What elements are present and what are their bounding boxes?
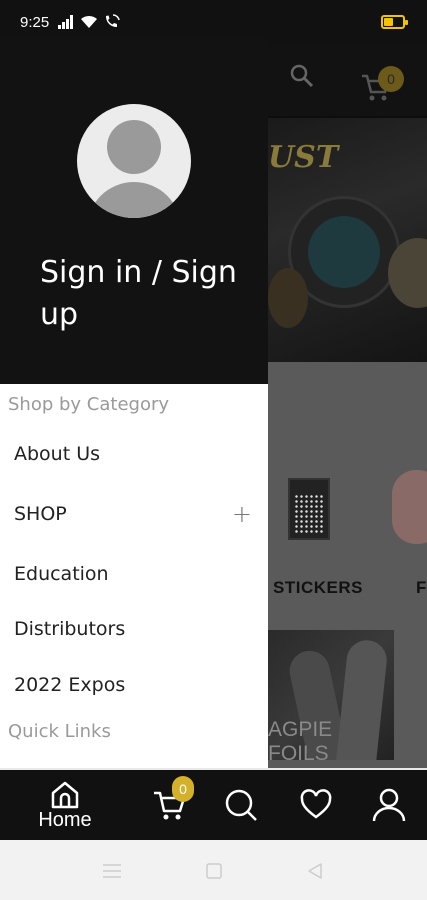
nav-cart-badge: 0 <box>172 776 194 802</box>
wifi-icon <box>81 15 97 28</box>
nav-search[interactable] <box>218 770 264 840</box>
battery-icon <box>381 15 408 29</box>
category-label-stickers[interactable]: STICKERS <box>273 578 363 598</box>
menu-item-education[interactable]: Education <box>0 554 268 594</box>
promo-banner[interactable]: UST <box>268 118 427 362</box>
category-label-partial[interactable]: F <box>416 578 426 598</box>
category-section: STICKERS F AGPIE FOILS <box>268 362 427 768</box>
heart-icon <box>300 789 332 819</box>
foils-label: AGPIE FOILS <box>268 718 333 760</box>
wifi-calling-icon <box>106 14 120 27</box>
drawer-menu: Shop by Category About Us SHOP + Educati… <box>0 384 268 768</box>
signal-icon <box>58 14 73 29</box>
menu-item-label: About Us <box>14 443 101 465</box>
eyeshadow-compact-3 <box>268 268 308 328</box>
nail-thumbnail[interactable] <box>392 470 427 544</box>
nav-home-label: Home <box>38 808 92 831</box>
menu-item-label: SHOP <box>14 503 67 525</box>
menu-icon[interactable] <box>102 862 122 880</box>
home-square-icon[interactable] <box>205 862 223 880</box>
user-icon <box>372 788 406 822</box>
navigation-drawer: Sign in / Sign up Shop by Category About… <box>0 38 268 768</box>
section-shop-by-category: Shop by Category <box>8 394 170 415</box>
eyeshadow-pan <box>308 216 380 288</box>
signin-link[interactable]: Sign in / Sign up <box>40 252 255 336</box>
menu-item-about-us[interactable]: About Us <box>0 434 268 474</box>
menu-item-2022-expos[interactable]: 2022 Expos <box>0 665 268 705</box>
menu-item-label: Education <box>14 563 109 585</box>
system-navigation-bar <box>0 840 427 900</box>
expand-plus-icon[interactable]: + <box>232 500 252 528</box>
home-icon <box>51 781 79 808</box>
stickers-thumbnail[interactable] <box>288 478 330 540</box>
search-icon[interactable] <box>288 62 316 90</box>
nav-home[interactable]: Home <box>30 770 100 840</box>
nav-account[interactable] <box>366 770 412 840</box>
foils-card[interactable]: AGPIE FOILS <box>268 630 394 760</box>
search-icon <box>225 789 257 821</box>
nav-wishlist[interactable] <box>294 770 338 840</box>
bottom-navigation: Home 0 <box>0 768 427 840</box>
menu-item-label: 2022 Expos <box>14 674 126 696</box>
section-quick-links: Quick Links <box>8 721 111 742</box>
header-cart-badge: 0 <box>378 66 404 92</box>
back-icon[interactable] <box>306 862 324 880</box>
menu-item-label: Distributors <box>14 618 126 640</box>
avatar[interactable] <box>77 104 191 218</box>
banner-text: UST <box>268 140 339 175</box>
menu-item-shop[interactable]: SHOP + <box>0 494 268 534</box>
status-icons <box>58 14 120 29</box>
status-time: 9:25 <box>20 14 50 31</box>
drawer-header: Sign in / Sign up <box>0 38 268 384</box>
menu-item-distributors[interactable]: Distributors <box>0 609 268 649</box>
